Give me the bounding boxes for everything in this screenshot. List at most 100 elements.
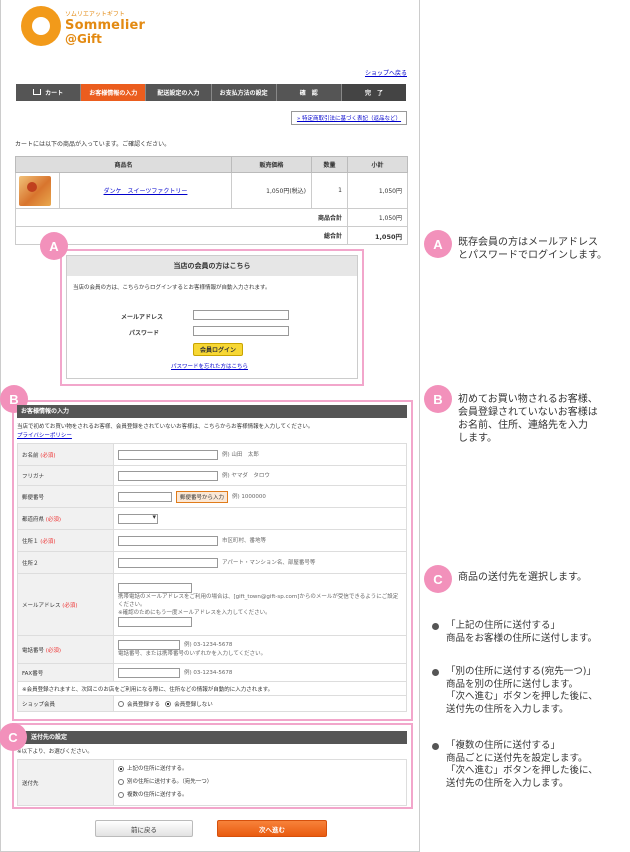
step-label: 完 了 (364, 90, 383, 97)
product-subtotal: 1,050円 (347, 172, 408, 209)
required-mark: (必須) (62, 602, 78, 609)
step-payment: お支払方法の設定 (210, 84, 276, 101)
email-input[interactable] (118, 582, 192, 593)
destination-label: 送付先 (17, 759, 114, 806)
tel-hint: 例) 03-1234-5678 (184, 642, 233, 649)
addr1-label: 住所１ (22, 538, 39, 545)
note-line: 「次へ進む」ボタンを押した後に、 (446, 691, 598, 702)
member-register-radio[interactable] (118, 701, 124, 707)
name-label: お名前 (22, 452, 39, 459)
member-login-panel: 当店の会員の方はこちら 当店の会員の方は、こちらからログインするとお客様情報が自… (66, 255, 358, 379)
fax-hint: 例) 03-1234-5678 (184, 670, 233, 676)
customer-section-note: 当店で初めてお買い物をされるお客様、会員登録をされていないお客様は、こちらからお… (17, 423, 407, 441)
cart-icon (33, 88, 42, 95)
annotation-line: 初めてお買い物されるお客様、 (458, 394, 598, 405)
annotation-line: 商品の送付先を選択します。 (458, 572, 587, 583)
required-mark: (必須) (40, 538, 56, 545)
privacy-policy-link[interactable]: プライバシーポリシー (17, 433, 72, 439)
required-mark: (必須) (45, 647, 62, 654)
customer-note-text: 当店で初めてお買い物をされるお客様、会員登録をされていないお客様は、こちらからお… (17, 424, 314, 430)
product-image[interactable] (19, 175, 51, 206)
required-mark: (必須) (40, 452, 56, 459)
form-row-kana: フリガナ 例) ヤマダ タロウ (17, 465, 407, 486)
next-button[interactable]: 次へ進む (217, 820, 327, 837)
form-row-member: ショップ会員 会員登録する 会員登録しない (17, 695, 407, 712)
email-confirm-input[interactable] (118, 616, 192, 627)
step-delivery: 配送設定の入力 (145, 84, 211, 101)
cart-table: 商品名 販売価格 数量 小計 ダンケ スイーツファクトリー 1,050円(税込)… (15, 156, 408, 245)
step-label: お支払方法の設定 (219, 90, 268, 97)
shipping-form: 送付先 上記の住所に送付する。 別の住所に送付する。（宛先一つ） 複数の住所に送… (17, 759, 407, 806)
product-name-link[interactable]: ダンケ スイーツファクトリー (104, 188, 188, 195)
addr2-input[interactable] (118, 557, 218, 568)
table-row: ダンケ スイーツファクトリー 1,050円(税込) 1 1,050円 (15, 172, 408, 209)
subtotal-value: 1,050円 (347, 208, 408, 227)
member-skip-radio[interactable] (165, 701, 172, 707)
note-line: 「別の住所に送付する(宛先一つ)」 (446, 666, 596, 677)
member-login-button[interactable]: 会員ログイン (193, 343, 243, 356)
form-row-addr1: 住所１ (必須) 市区町村、番地等 (17, 529, 407, 552)
col-qty: 数量 (311, 156, 348, 173)
login-password-label: パスワード (129, 330, 160, 337)
ship-multiple-address-radio[interactable] (118, 791, 124, 798)
tel-note: 電話番号、または携帯番号のいずれかを入力してください。 (118, 651, 267, 658)
logo-subtitle: ソムリエアットギフト (65, 11, 125, 18)
zip-input[interactable] (118, 491, 172, 502)
tel-input[interactable] (118, 639, 180, 650)
back-button[interactable]: 前に戻る (95, 820, 193, 837)
shop-page-frame: ソムリエアットギフト Sommelier @Gift ショップへ戻る カート お… (0, 0, 420, 852)
cart-intro-text: カートには以下の商品が入っています。ご確認ください。 (15, 141, 171, 148)
name-input[interactable] (118, 449, 218, 460)
member-register-label: 会員登録する (127, 701, 161, 708)
logo-text-line2: @Gift (65, 32, 102, 46)
fax-input[interactable] (118, 667, 180, 678)
note-line: 商品を別の住所に送付します。 (446, 678, 579, 690)
col-product: 商品名 (15, 156, 232, 173)
table-row: 商品合計 1,050円 (15, 208, 408, 227)
member-note: ※会員登録されますと、次回このお店をご利用になる際に、住所などの情報が自動的に入… (17, 681, 407, 696)
annotation-line: します。 (458, 433, 497, 444)
kana-input[interactable] (118, 470, 218, 481)
zip-lookup-button[interactable]: 郵便番号から入力 (176, 490, 229, 503)
legal-notice-link[interactable]: » 特定商取引法に基づく表記（返品など） (291, 111, 407, 125)
subtotal-label: 商品合計 (15, 208, 348, 227)
kana-label: フリガナ (17, 465, 114, 486)
marker-a: A (40, 232, 68, 260)
forgot-password-link[interactable]: パスワードを忘れた方はこちら (171, 362, 248, 370)
table-row: 総合計 1,050円 (15, 226, 408, 245)
annotation-a-text: 既存会員の方はメールアドレス とパスワードでログインします。 (458, 236, 607, 262)
annotation-b-text: 初めてお買い物されるお客様、 会員登録されていないお客様は お名前、住所、連絡先… (458, 393, 598, 445)
member-skip-label: 会員登録しない (174, 701, 213, 708)
logo-mark-icon (21, 6, 61, 46)
login-password-input[interactable] (193, 326, 289, 336)
annotation-line: とパスワードでログインします。 (458, 250, 607, 261)
shop-logo[interactable]: ソムリエアットギフト Sommelier @Gift (21, 6, 145, 50)
prefecture-select[interactable] (118, 513, 158, 524)
zip-label: 郵便番号 (17, 485, 114, 508)
login-email-label: メールアドレス (121, 314, 164, 321)
email-note: 携帯電話のメールアドレスをご利用の場合は、[gift_town@gift-sp.… (118, 593, 399, 608)
ship-same-address-radio[interactable] (118, 765, 124, 772)
addr1-input[interactable] (118, 535, 218, 546)
pref-label: 都道府県 (22, 516, 45, 523)
addr1-hint: 市区町村、番地等 (222, 538, 267, 544)
bullet-icon (432, 669, 439, 676)
shop-back-link[interactable]: ショップへ戻る (301, 68, 407, 77)
step-label: お客様情報の入力 (89, 90, 138, 97)
ship-multiple-address-label: 複数の住所に送付する。 (127, 792, 188, 798)
step-label: 確 認 (299, 90, 318, 97)
annotation-c-text: 商品の送付先を選択します。 (458, 571, 587, 584)
login-note: 当店の会員の方は、こちらからログインするとお客様情報が自動入力されます。 (73, 285, 271, 291)
step-label: 配送設定の入力 (157, 90, 200, 97)
name-hint: 例) 山田 太郎 (222, 452, 259, 458)
form-row-tel: 電話番号 (必須) 例) 03-1234-5678 電話番号、または携帯番号のいず… (17, 635, 407, 664)
total-value: 1,050円 (347, 226, 408, 245)
required-mark: (必須) (45, 516, 62, 523)
note-line: 商品ごとに送付先を設定します。 (446, 752, 588, 764)
shipping-note: ※以下より、お選びください。 (17, 749, 93, 755)
email-label: メールアドレス (22, 602, 61, 609)
form-row-zip: 郵便番号 郵便番号から入力 例) 1000000 (17, 485, 407, 508)
login-email-input[interactable] (193, 310, 289, 320)
ship-other-address-radio[interactable] (118, 778, 124, 785)
step-customer-info: お客様情報の入力 (80, 84, 146, 101)
